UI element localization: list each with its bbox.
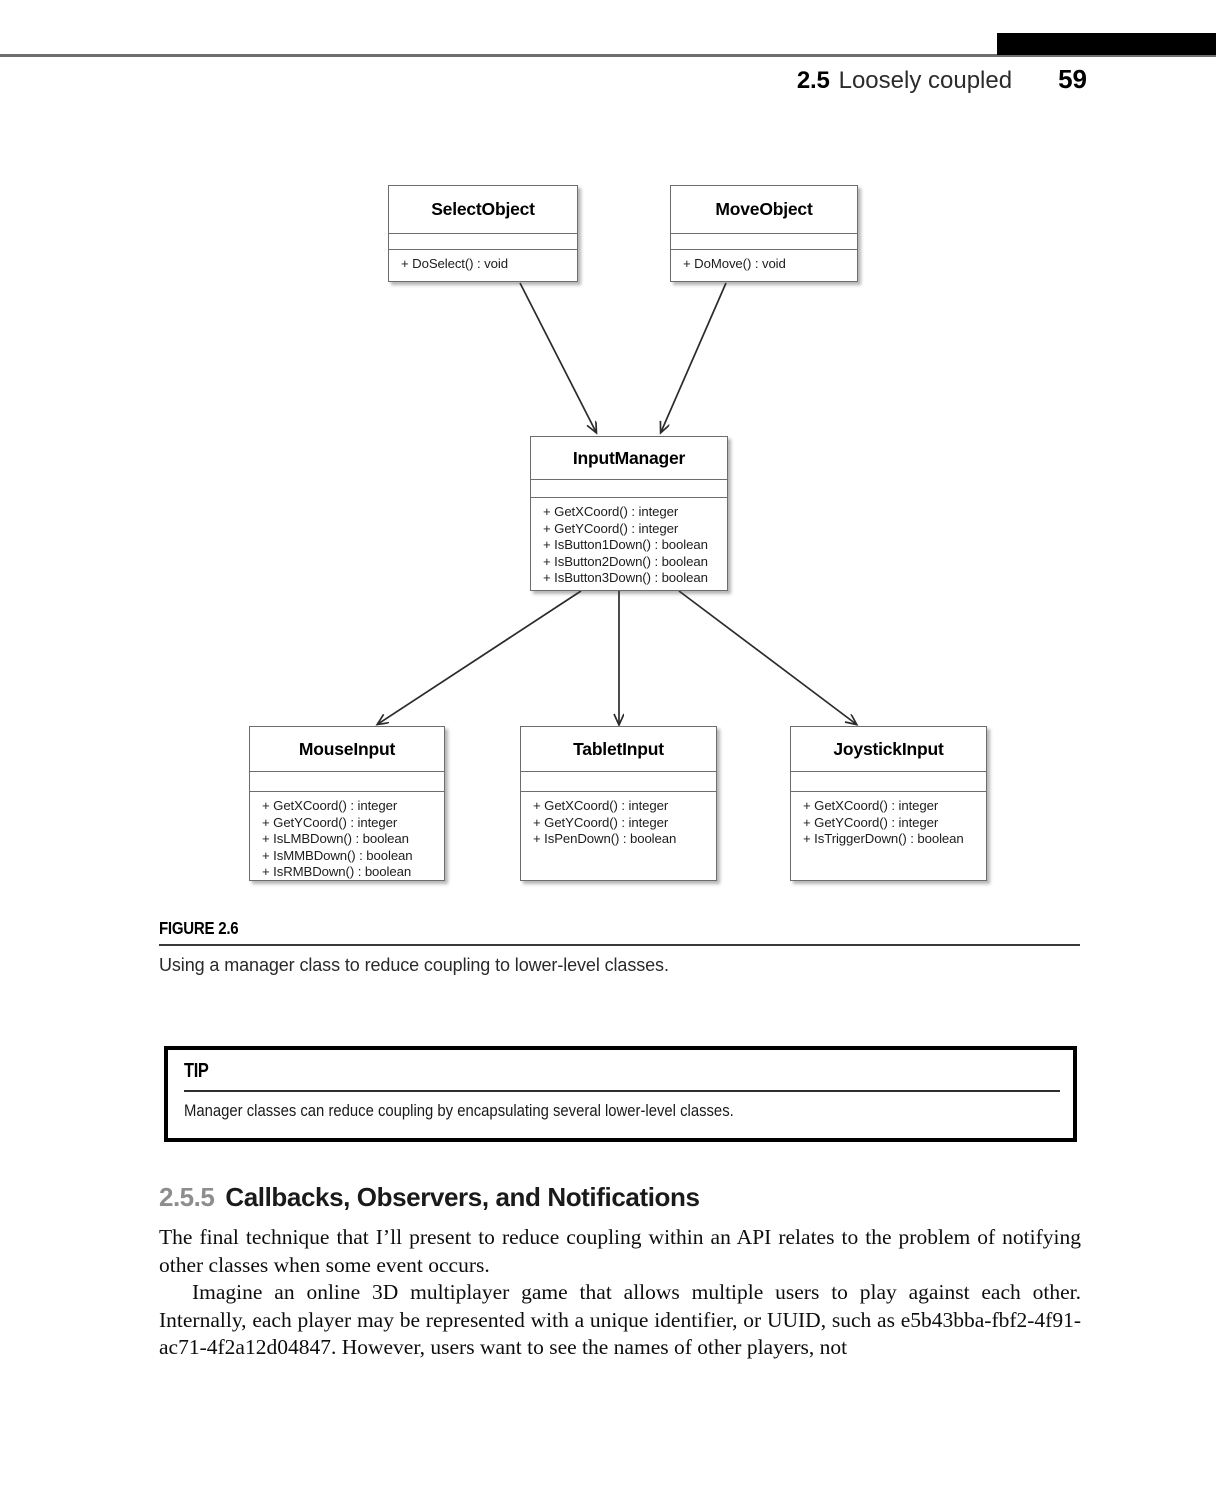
uml-operation: + IsButton2Down() : boolean xyxy=(543,553,708,569)
uml-operations-compartment: + GetXCoord() : integer + GetYCoord() : … xyxy=(531,497,727,592)
section-heading: 2.5.5 Callbacks, Observers, and Notificat… xyxy=(159,1182,1080,1213)
running-head-section-number: 2.5 xyxy=(796,67,830,94)
uml-operation: + GetYCoord() : integer xyxy=(262,814,398,830)
uml-operation: + IsTriggerDown() : boolean xyxy=(803,831,964,846)
uml-operation: + GetYCoord() : integer xyxy=(543,520,679,536)
uml-operation: + DoMove() : void xyxy=(683,256,786,271)
uml-class-moveobject[interactable]: MoveObject + DoMove() : void xyxy=(670,185,858,282)
uml-attributes-compartment xyxy=(521,771,716,791)
body-paragraph: The final technique that I’ll present to… xyxy=(159,1225,1081,1277)
uml-operations-compartment: + DoMove() : void xyxy=(671,249,857,283)
uml-operation: + IsRMBDown() : boolean xyxy=(262,864,412,879)
figure-label: FIGURE 2.6 xyxy=(159,918,239,938)
uml-operation: + IsLMBDown() : boolean xyxy=(262,831,409,846)
tip-callout: TIP Manager classes can reduce coupling … xyxy=(164,1046,1077,1142)
figure-caption: FIGURE 2.6 Using a manager class to redu… xyxy=(159,918,1080,976)
tip-rule xyxy=(184,1090,1060,1092)
connector-inputmanager-mouseinput xyxy=(378,590,582,724)
connector-inputmanager-joystickinput xyxy=(678,590,856,724)
uml-class-tabletinput[interactable]: TabletInput + GetXCoord() : integer + Ge… xyxy=(520,726,717,881)
uml-class-diagram: SelectObject + DoSelect() : void MoveObj… xyxy=(0,150,1216,910)
uml-class-name: SelectObject xyxy=(431,199,535,219)
header-black-bar xyxy=(997,33,1216,55)
uml-operation: + IsMMBDown() : boolean xyxy=(262,847,413,863)
uml-class-name: TabletInput xyxy=(573,739,664,759)
section-number: 2.5.5 xyxy=(159,1182,215,1212)
uml-class-selectobject[interactable]: SelectObject + DoSelect() : void xyxy=(388,185,578,282)
tip-heading: TIP xyxy=(184,1060,209,1082)
uml-operation: + GetXCoord() : integer xyxy=(533,798,669,813)
running-head-section-title: Loosely coupled xyxy=(838,67,1013,94)
section-title: Callbacks, Observers, and Notifications xyxy=(225,1182,700,1212)
uml-operation: + GetXCoord() : integer xyxy=(803,798,939,813)
uml-operations-compartment: + GetXCoord() : integer + GetYCoord() : … xyxy=(791,791,986,882)
figure-caption-rule xyxy=(159,944,1080,946)
uml-class-name: InputManager xyxy=(572,448,686,468)
uml-operation: + IsButton3Down() : boolean xyxy=(543,570,708,585)
connector-selectobject-inputmanager xyxy=(519,282,596,432)
body-copy: The final technique that I’ll present to… xyxy=(159,1224,1081,1362)
uml-operation: + GetXCoord() : integer xyxy=(543,504,679,519)
uml-operation: + GetYCoord() : integer xyxy=(533,814,669,830)
tip-text: Manager classes can reduce coupling by e… xyxy=(184,1102,734,1120)
uml-class-mouseinput[interactable]: MouseInput + GetXCoord() : integer + Get… xyxy=(249,726,445,881)
uml-operations-compartment: + GetXCoord() : integer + GetYCoord() : … xyxy=(250,791,444,882)
uml-class-joystickinput[interactable]: JoystickInput + GetXCoord() : integer + … xyxy=(790,726,987,881)
uml-operation: + GetYCoord() : integer xyxy=(803,814,939,830)
uml-class-name: MoveObject xyxy=(715,199,813,219)
uml-operations-compartment: + GetXCoord() : integer + GetYCoord() : … xyxy=(521,791,716,882)
body-paragraph: Imagine an online 3D multiplayer game th… xyxy=(159,1280,1081,1359)
connector-moveobject-inputmanager xyxy=(661,282,727,432)
uml-attributes-compartment xyxy=(791,771,986,791)
uml-operation: + IsPenDown() : boolean xyxy=(533,831,677,846)
uml-operation: + IsButton1Down() : boolean xyxy=(543,537,708,552)
uml-operations-compartment: + DoSelect() : void xyxy=(389,249,577,283)
uml-class-name: MouseInput xyxy=(298,739,396,759)
uml-class-inputmanager[interactable]: InputManager + GetXCoord() : integer + G… xyxy=(530,436,728,591)
uml-attributes-compartment xyxy=(250,771,444,791)
running-head: 2.5 Loosely coupled 59 xyxy=(0,64,1087,104)
uml-attributes-compartment xyxy=(671,233,857,249)
uml-operation: + DoSelect() : void xyxy=(401,256,508,271)
uml-class-name: JoystickInput xyxy=(833,739,944,759)
uml-operation: + GetXCoord() : integer xyxy=(262,798,398,813)
uml-attributes-compartment xyxy=(389,233,577,249)
figure-caption-text: Using a manager class to reduce coupling… xyxy=(159,955,669,975)
page-number: 59 xyxy=(1058,64,1087,94)
uml-attributes-compartment xyxy=(531,479,727,497)
